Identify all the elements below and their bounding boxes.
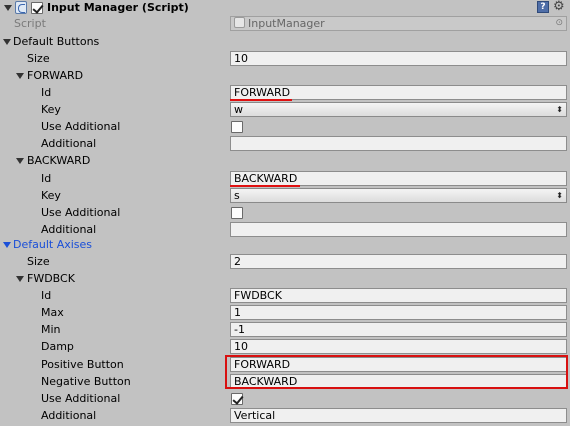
buttons-size-row: Size 10 bbox=[0, 50, 570, 67]
script-label: Script bbox=[14, 17, 46, 30]
backward-id-highlight bbox=[230, 185, 300, 187]
id-label: Id bbox=[41, 289, 52, 302]
backward-key-dropdown[interactable]: s ⬍ bbox=[230, 188, 567, 203]
fwdbck-additional-row: Additional Vertical bbox=[0, 407, 570, 424]
max-label: Max bbox=[41, 306, 64, 319]
key-label: Key bbox=[41, 103, 61, 116]
forward-key-value: w bbox=[234, 103, 243, 116]
forward-id-field[interactable]: FORWARD bbox=[230, 85, 567, 100]
component-enabled-checkbox[interactable] bbox=[31, 2, 43, 14]
min-label: Min bbox=[41, 323, 61, 336]
id-label: Id bbox=[41, 172, 52, 185]
forward-additional-row: Additional bbox=[0, 135, 570, 152]
foldout-arrow-icon[interactable] bbox=[3, 242, 11, 248]
forward-use-additional-row: Use Additional bbox=[0, 118, 570, 135]
foldout-arrow-icon[interactable] bbox=[16, 73, 24, 79]
dropdown-arrow-icon: ⬍ bbox=[556, 105, 563, 114]
backward-use-additional-checkbox[interactable] bbox=[231, 207, 243, 219]
axis-buttons-highlight-box bbox=[225, 355, 568, 389]
object-picker-icon[interactable]: ⊙ bbox=[555, 17, 563, 30]
fwdbck-label: FWDBCK bbox=[27, 272, 75, 285]
use-additional-label: Use Additional bbox=[41, 392, 121, 405]
fwdbck-use-additional-row: Use Additional bbox=[0, 390, 570, 407]
backward-use-additional-row: Use Additional bbox=[0, 204, 570, 221]
damp-field[interactable]: 10 bbox=[230, 339, 567, 354]
default-axises-label: Default Axises bbox=[13, 238, 93, 251]
additional-label: Additional bbox=[41, 409, 97, 422]
script-value: InputManager bbox=[248, 17, 325, 30]
additional-label: Additional bbox=[41, 137, 97, 150]
foldout-arrow-icon[interactable] bbox=[3, 39, 11, 45]
additional-label: Additional bbox=[41, 223, 97, 236]
size-label: Size bbox=[27, 52, 50, 65]
key-label: Key bbox=[41, 189, 61, 202]
min-row: Min -1 bbox=[0, 321, 570, 338]
max-field[interactable]: 1 bbox=[230, 305, 567, 320]
component-title: Input Manager (Script) bbox=[47, 1, 189, 14]
script-icon bbox=[15, 1, 27, 14]
fwdbck-foldout[interactable]: FWDBCK bbox=[0, 270, 570, 287]
fwdbck-id-row: Id FWDBCK bbox=[0, 287, 570, 304]
component-header[interactable]: Input Manager (Script) ? ⚙ bbox=[0, 0, 570, 16]
damp-label: Damp bbox=[41, 340, 74, 353]
backward-additional-field[interactable] bbox=[230, 222, 567, 237]
axes-size-row: Size 2 bbox=[0, 253, 570, 270]
collapse-arrow-icon[interactable] bbox=[4, 5, 12, 11]
forward-use-additional-checkbox[interactable] bbox=[231, 121, 243, 133]
size-label: Size bbox=[27, 255, 50, 268]
script-asset-icon bbox=[234, 17, 245, 28]
default-buttons-label: Default Buttons bbox=[13, 35, 100, 48]
backward-foldout[interactable]: BACKWARD bbox=[0, 152, 570, 169]
inspector-panel: Input Manager (Script) ? ⚙ Script InputM… bbox=[0, 0, 570, 426]
backward-label: BACKWARD bbox=[27, 154, 91, 167]
id-label: Id bbox=[41, 86, 52, 99]
help-icon[interactable]: ? bbox=[537, 1, 549, 13]
foldout-arrow-icon[interactable] bbox=[16, 158, 24, 164]
forward-additional-field[interactable] bbox=[230, 136, 567, 151]
default-buttons-foldout[interactable]: Default Buttons bbox=[0, 33, 570, 50]
backward-key-value: s bbox=[234, 189, 240, 202]
dropdown-arrow-icon: ⬍ bbox=[556, 191, 563, 200]
use-additional-label: Use Additional bbox=[41, 206, 121, 219]
fwdbck-use-additional-checkbox[interactable] bbox=[231, 393, 243, 405]
buttons-size-field[interactable]: 10 bbox=[230, 51, 567, 66]
max-row: Max 1 bbox=[0, 304, 570, 321]
fwdbck-additional-field[interactable]: Vertical bbox=[230, 408, 567, 423]
backward-id-field[interactable]: BACKWARD bbox=[230, 171, 567, 186]
forward-key-dropdown[interactable]: w ⬍ bbox=[230, 102, 567, 117]
backward-key-row: Key s ⬍ bbox=[0, 187, 570, 204]
fwdbck-id-field[interactable]: FWDBCK bbox=[230, 288, 567, 303]
gear-icon[interactable]: ⚙ bbox=[553, 0, 565, 14]
axes-size-field[interactable]: 2 bbox=[230, 254, 567, 269]
forward-label: FORWARD bbox=[27, 69, 84, 82]
negative-button-label: Negative Button bbox=[41, 375, 131, 388]
forward-foldout[interactable]: FORWARD bbox=[0, 67, 570, 84]
script-field[interactable]: InputManager ⊙ bbox=[230, 16, 567, 31]
foldout-arrow-icon[interactable] bbox=[16, 276, 24, 282]
min-field[interactable]: -1 bbox=[230, 322, 567, 337]
positive-button-label: Positive Button bbox=[41, 358, 124, 371]
script-row: Script InputManager ⊙ bbox=[0, 15, 570, 32]
default-axises-foldout[interactable]: Default Axises bbox=[0, 236, 570, 253]
forward-key-row: Key w ⬍ bbox=[0, 101, 570, 118]
damp-row: Damp 10 bbox=[0, 338, 570, 355]
use-additional-label: Use Additional bbox=[41, 120, 121, 133]
forward-id-highlight bbox=[230, 99, 292, 101]
